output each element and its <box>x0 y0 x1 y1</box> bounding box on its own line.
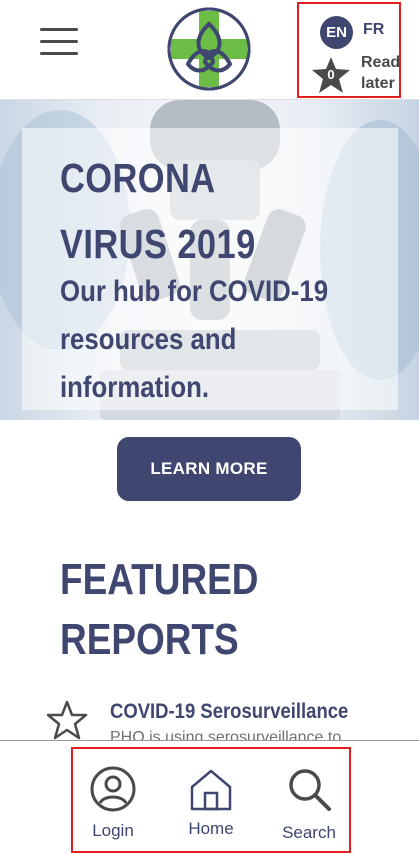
search-icon <box>289 769 331 811</box>
learn-more-button[interactable]: LEARN MORE <box>117 437 301 501</box>
nav-item-login[interactable]: Login <box>73 757 153 847</box>
bottom-nav-highlight: Login Home Search <box>71 747 351 853</box>
read-later-count: 0 <box>327 67 335 82</box>
home-icon <box>190 769 232 811</box>
nav-item-search[interactable]: Search <box>269 757 349 847</box>
hero-subtitle: Our hub for COVID-19 resources and infor… <box>60 275 329 404</box>
read-later-label-line1: Read <box>361 54 401 71</box>
bottom-navigation: Login Home Search <box>0 740 419 855</box>
star-outline-icon[interactable] <box>46 700 88 740</box>
hamburger-menu-icon[interactable] <box>40 28 78 58</box>
language-read-later-panel: EN FR 0 Read later <box>297 2 401 98</box>
app-header: EN FR 0 Read later <box>0 0 419 100</box>
nav-label-search: Search <box>282 823 336 842</box>
nav-label-login: Login <box>92 821 134 840</box>
read-later-star-icon[interactable]: 0 <box>311 56 351 94</box>
read-later-label-line2: later <box>361 75 395 92</box>
language-en-button[interactable]: EN <box>320 16 353 49</box>
green-cross-logo-icon[interactable] <box>166 6 252 92</box>
user-circle-icon <box>90 766 136 812</box>
nav-item-home[interactable]: Home <box>171 757 251 847</box>
featured-reports-heading: FEATURED REPORTS <box>60 555 259 664</box>
nav-label-home: Home <box>188 819 234 838</box>
hero-title: CORONA VIRUS 2019 <box>60 155 256 267</box>
language-fr-link[interactable]: FR <box>363 21 384 39</box>
report-title-link[interactable]: COVID-19 Serosurveillance <box>110 700 348 724</box>
read-later-link[interactable]: Read later <box>361 52 400 94</box>
